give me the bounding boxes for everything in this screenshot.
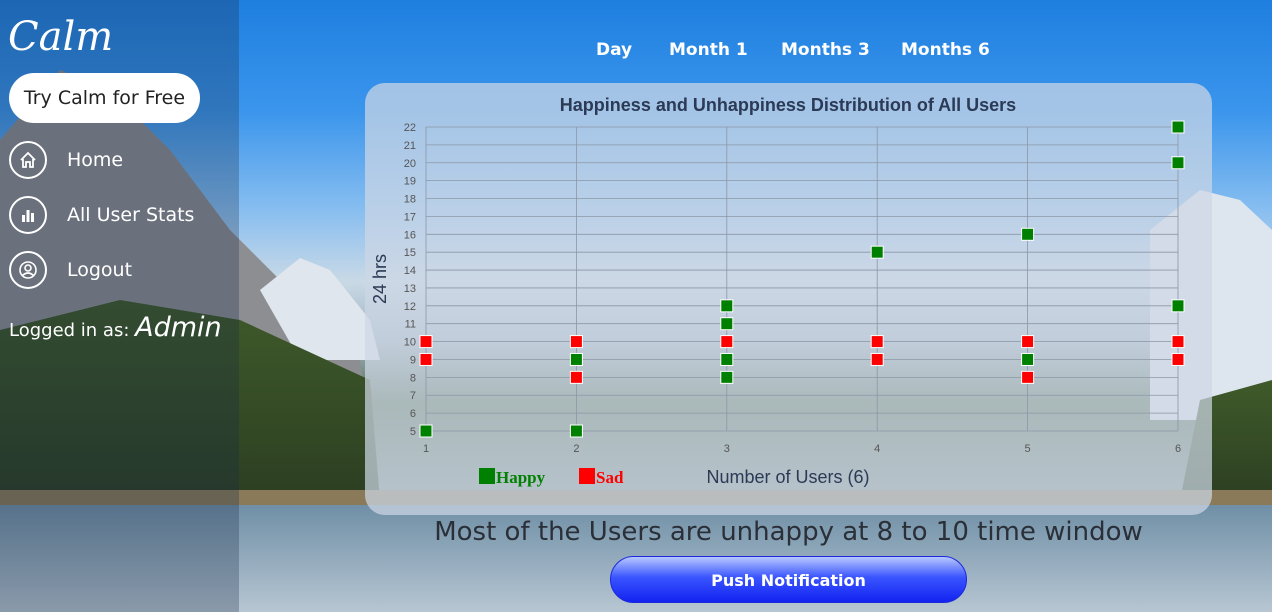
point-happy [720, 352, 734, 366]
point-sad [870, 352, 884, 366]
legend-label-happy: Happy [496, 468, 546, 487]
point-happy [1171, 156, 1185, 170]
y-tick-label: 13 [404, 283, 416, 295]
sidebar-item-logout[interactable]: Logout [9, 251, 132, 289]
point-happy [1021, 227, 1035, 241]
point-sad [419, 335, 433, 349]
point-happy [1021, 352, 1035, 366]
sidebar-item-all-user-stats[interactable]: All User Stats [9, 196, 194, 234]
chart-card: Happiness and Unhappiness Distribution o… [365, 83, 1212, 515]
point-sad [870, 335, 884, 349]
y-tick-label: 16 [404, 229, 416, 241]
y-tick-label: 19 [404, 176, 416, 188]
time-range-tabs: Day Month 1 Months 3 Months 6 [0, 40, 1272, 64]
point-happy [1171, 120, 1185, 134]
point-sad [569, 335, 583, 349]
sidebar-item-label: Logout [67, 259, 133, 281]
point-sad [1021, 335, 1035, 349]
point-happy [1171, 299, 1185, 313]
tab-months-3[interactable]: Months 3 [781, 40, 870, 60]
logged-in-prefix: Logged in as: [9, 320, 130, 341]
point-sad [720, 335, 734, 349]
y-tick-label: 9 [410, 354, 416, 366]
x-tick-label: 5 [1025, 443, 1031, 455]
y-tick-label: 21 [404, 140, 416, 152]
tab-day[interactable]: Day [596, 40, 632, 60]
conclusion-text: Most of the Users are unhappy at 8 to 10… [434, 517, 1143, 547]
chart-title: Happiness and Unhappiness Distribution o… [560, 95, 1016, 115]
x-tick-label: 1 [423, 443, 429, 455]
x-tick-label: 2 [573, 443, 579, 455]
y-tick-label: 12 [404, 301, 416, 313]
y-tick-label: 8 [410, 372, 416, 384]
legend-swatch-sad [579, 468, 595, 484]
sidebar: Calm Try Calm for Free Home All User Sta… [0, 0, 239, 612]
point-sad [419, 352, 433, 366]
point-happy [720, 317, 734, 331]
point-happy [720, 370, 734, 384]
user-circle-icon [9, 251, 47, 289]
y-tick-label: 5 [410, 426, 416, 438]
tab-month-1[interactable]: Month 1 [669, 40, 748, 60]
point-happy [419, 424, 433, 438]
legend-label-sad: Sad [596, 468, 624, 487]
bar-chart-icon [9, 196, 47, 234]
point-happy [569, 424, 583, 438]
sidebar-item-label: All User Stats [67, 204, 195, 226]
point-happy [720, 299, 734, 313]
point-sad [1021, 370, 1035, 384]
try-calm-button[interactable]: Try Calm for Free [9, 73, 200, 123]
y-axis-label: 24 hrs [370, 254, 390, 304]
push-notification-button[interactable]: Push Notification [610, 556, 967, 603]
home-icon [9, 141, 47, 179]
point-sad [569, 370, 583, 384]
point-happy [870, 245, 884, 259]
sidebar-item-label: Home [67, 149, 124, 171]
y-tick-label: 17 [404, 211, 416, 223]
y-tick-label: 10 [404, 337, 416, 349]
x-tick-label: 3 [724, 443, 730, 455]
legend-swatch-happy [479, 468, 495, 484]
scatter-chart: Happiness and Unhappiness Distribution o… [370, 95, 1185, 487]
point-sad [1171, 352, 1185, 366]
y-tick-label: 15 [404, 247, 416, 259]
y-tick-label: 11 [405, 319, 416, 331]
y-tick-label: 7 [410, 390, 416, 402]
point-happy [569, 352, 583, 366]
y-tick-label: 20 [404, 158, 416, 170]
tab-months-6[interactable]: Months 6 [901, 40, 990, 60]
sidebar-item-home[interactable]: Home [9, 141, 123, 179]
x-tick-label: 4 [874, 443, 880, 455]
y-tick-label: 18 [404, 194, 416, 206]
logged-in-status: Logged in as: Admin [9, 312, 222, 343]
x-tick-label: 6 [1175, 443, 1181, 455]
y-tick-label: 6 [410, 408, 416, 420]
point-sad [1171, 335, 1185, 349]
x-axis-label: Number of Users (6) [706, 467, 869, 487]
logged-in-user: Admin [135, 312, 222, 343]
y-tick-label: 22 [404, 122, 416, 134]
y-tick-label: 14 [404, 265, 416, 277]
